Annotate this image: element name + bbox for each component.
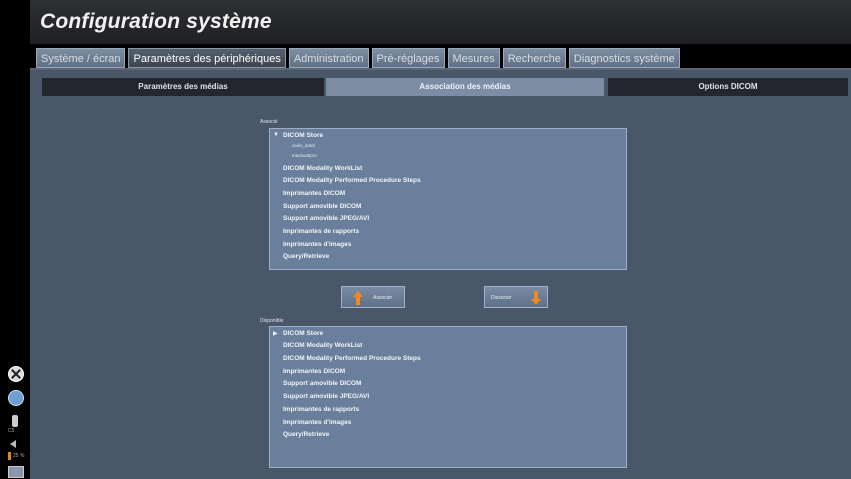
- subtab-options-dicom[interactable]: Options DICOM: [608, 78, 848, 96]
- list-item[interactable]: DICOM Modality WorkList: [283, 165, 362, 172]
- chevron-right-icon[interactable]: ▶: [273, 330, 278, 337]
- list-item-group[interactable]: ▼ DICOM Store: [273, 132, 324, 139]
- volume-icon[interactable]: [10, 440, 16, 448]
- tab-administration[interactable]: Administration: [288, 48, 369, 68]
- tab-pre-reglages[interactable]: Pré-réglages: [371, 48, 445, 68]
- associated-listbox[interactable]: ▼ DICOM Store cairis_antal macbookpro DI…: [269, 128, 627, 270]
- list-item[interactable]: Imprimantes DICOM: [283, 190, 345, 197]
- list-item[interactable]: DICOM Modality Performed Procedure Steps: [283, 177, 421, 184]
- bars-icon: [8, 452, 11, 460]
- globe-icon[interactable]: [8, 390, 24, 406]
- content-panel: Paramètres des médias Association des mé…: [30, 70, 851, 479]
- list-item[interactable]: DICOM Modality WorkList: [283, 342, 362, 349]
- list-item-label: DICOM Store: [283, 330, 324, 337]
- dissociate-button-label: Dissocier: [491, 295, 512, 301]
- list-item[interactable]: Support amovible DICOM: [283, 203, 361, 210]
- subtab-parametres-medias[interactable]: Paramètres des médias: [42, 78, 324, 96]
- subtab-association-medias[interactable]: Association des médias: [326, 78, 604, 96]
- chevron-down-icon[interactable]: ▼: [273, 132, 279, 138]
- close-circle-icon[interactable]: [8, 366, 24, 382]
- probe-label: C5: [8, 428, 15, 434]
- associate-button[interactable]: Associer: [341, 286, 405, 308]
- available-label: Disponible: [260, 318, 284, 324]
- screen-icon[interactable]: [8, 466, 24, 478]
- tab-systeme-ecran[interactable]: Système / écran: [36, 48, 126, 68]
- list-item-group[interactable]: ▶ DICOM Store: [273, 330, 324, 337]
- tab-diagnostics-systeme[interactable]: Diagnostics système: [568, 48, 680, 68]
- list-item-label: DICOM Store: [283, 132, 324, 139]
- list-item[interactable]: Query/Retrieve: [283, 253, 329, 260]
- list-item[interactable]: Imprimantes de rapports: [283, 406, 359, 413]
- list-item[interactable]: Query/Retrieve: [283, 431, 329, 438]
- tab-parametres-peripheriques[interactable]: Paramètres des périphériques: [128, 48, 286, 68]
- list-item[interactable]: Support amovible JPEG/AVI: [283, 215, 369, 222]
- list-item[interactable]: Imprimantes de rapports: [283, 228, 359, 235]
- bars-label: 25 %: [13, 453, 25, 459]
- tab-mesures[interactable]: Mesures: [447, 48, 500, 68]
- arrow-up-icon: [353, 291, 363, 305]
- available-listbox[interactable]: ▶ DICOM Store DICOM Modality WorkList DI…: [269, 326, 627, 468]
- list-item[interactable]: Imprimantes DICOM: [283, 368, 345, 375]
- list-item[interactable]: DICOM Modality Performed Procedure Steps: [283, 355, 421, 362]
- list-item[interactable]: Support amovible DICOM: [283, 380, 361, 387]
- arrow-down-icon: [531, 291, 541, 305]
- header-bar: Configuration système: [30, 0, 851, 44]
- list-item[interactable]: Imprimantes d'images: [283, 419, 351, 426]
- probe-icon[interactable]: [12, 415, 18, 427]
- main-tabs: Système / écran Paramètres des périphéri…: [36, 48, 680, 68]
- list-subitem[interactable]: cairis_antal: [292, 143, 315, 148]
- list-item[interactable]: Support amovible JPEG/AVI: [283, 393, 369, 400]
- dissociate-button[interactable]: Dissocier: [484, 286, 548, 308]
- associate-button-label: Associer: [373, 295, 393, 301]
- list-item[interactable]: Imprimantes d'images: [283, 241, 351, 248]
- page-title: Configuration système: [40, 10, 272, 33]
- tab-recherche[interactable]: Recherche: [502, 48, 566, 68]
- left-side-strip: C5 25 %: [0, 0, 30, 479]
- app-root: C5 25 % Configuration système Système / …: [0, 0, 851, 479]
- associated-label: Associé: [260, 119, 278, 125]
- list-subitem[interactable]: macbookpro: [292, 153, 317, 158]
